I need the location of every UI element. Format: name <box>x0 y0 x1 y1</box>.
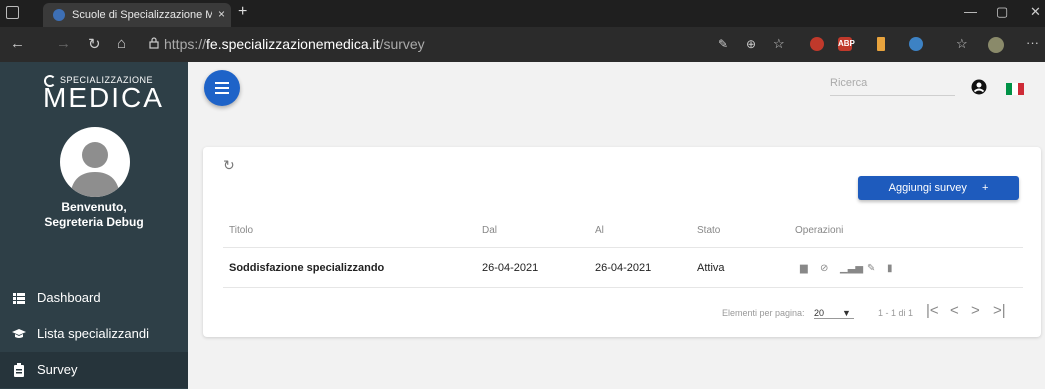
reload-icon[interactable]: ↻ <box>88 35 101 53</box>
maximize-icon[interactable]: ▢ <box>996 4 1008 20</box>
logo-big-text: MEDICA <box>43 82 164 113</box>
items-per-page-value: 20 <box>814 308 825 318</box>
new-tab-button[interactable]: + <box>238 3 247 21</box>
menu-icon-bar <box>215 92 229 94</box>
add-survey-label: Aggiungi survey <box>888 182 967 194</box>
graduation-cap-icon <box>12 329 26 338</box>
minimize-icon[interactable]: — <box>964 4 977 19</box>
clipboard-icon <box>14 363 24 377</box>
tab-title: Scuole di Specializzazione Medic <box>72 9 212 21</box>
more-menu-icon[interactable]: ··· <box>1026 35 1039 50</box>
search-input[interactable]: Ricerca <box>830 77 955 96</box>
cell-al: 26-04-2021 <box>595 262 652 274</box>
dashboard-icon <box>13 293 25 304</box>
cell-stato: Attiva <box>697 262 725 274</box>
sidebar-item-dashboard[interactable]: Dashboard <box>0 280 188 316</box>
welcome-label: Benvenuto, <box>61 200 127 214</box>
cell-titolo: Soddisfazione specializzando <box>229 262 385 274</box>
user-silhouette-icon <box>70 142 120 197</box>
browser-app-icon[interactable] <box>6 6 19 19</box>
survey-card: ↻ Aggiungi survey + Titolo Dal Al Stato … <box>203 147 1041 337</box>
chevron-down-icon: ▼ <box>842 308 851 318</box>
home-icon[interactable]: ⌂ <box>117 35 126 52</box>
extension-globe-icon[interactable] <box>909 37 923 51</box>
forward-icon[interactable]: → <box>56 35 71 52</box>
browser-navbar: ← → ↻ ⌂ https://fe.specializzazionemedic… <box>0 27 1045 62</box>
zoom-icon[interactable]: ⊕ <box>746 37 756 51</box>
header-divider <box>223 247 1023 248</box>
previous-page-icon[interactable]: < <box>950 302 959 319</box>
items-per-page-label: Elementi per pagina: <box>722 308 805 318</box>
column-header-al: Al <box>595 225 604 236</box>
account-icon[interactable] <box>971 79 987 95</box>
plus-icon: + <box>981 182 989 194</box>
browser-titlebar: Scuole di Specializzazione Medic × + — ▢… <box>0 0 1045 27</box>
address-bar[interactable]: https://fe.specializzazionemedica.it/sur… <box>164 36 425 52</box>
sidebar-item-label: Dashboard <box>37 290 101 305</box>
sidebar-item-lista-specializzandi[interactable]: Lista specializzandi <box>0 316 188 352</box>
comments-icon[interactable]: ▆ <box>800 263 808 274</box>
tab-favicon-icon <box>53 9 65 21</box>
last-page-icon[interactable]: >| <box>993 302 1006 319</box>
url-path: /survey <box>379 36 425 52</box>
menu-icon <box>215 82 229 84</box>
avatar <box>60 127 130 197</box>
menu-button[interactable] <box>204 70 240 106</box>
back-icon[interactable]: ← <box>10 35 25 52</box>
row-divider <box>223 287 1023 288</box>
url-host: fe.specializzazionemedica.it <box>206 36 380 52</box>
first-page-icon[interactable]: |< <box>926 302 939 319</box>
lock-icon[interactable] <box>149 37 159 49</box>
url-scheme: https:// <box>164 36 207 52</box>
menu-icon-bar <box>215 87 229 89</box>
extension-abp-icon[interactable]: ABP <box>838 37 855 51</box>
column-header-stato: Stato <box>697 225 721 236</box>
sidebar-item-label: Lista specializzandi <box>37 326 150 341</box>
next-page-icon[interactable]: > <box>971 302 980 319</box>
window-close-icon[interactable]: ✕ <box>1030 4 1041 20</box>
tab-close-icon[interactable]: × <box>218 7 225 21</box>
extension-shield-icon[interactable] <box>810 37 824 51</box>
column-header-titolo: Titolo <box>229 225 254 236</box>
italian-flag-icon[interactable] <box>1006 83 1024 95</box>
page-range-label: 1 - 1 di 1 <box>878 308 914 318</box>
add-survey-button[interactable]: Aggiungi survey + <box>858 176 1019 200</box>
read-aloud-icon[interactable]: ✎ <box>718 37 728 51</box>
browser-tab[interactable]: Scuole di Specializzazione Medic × <box>43 3 231 27</box>
favorites-icon[interactable]: ☆ <box>956 36 968 52</box>
column-header-dal: Dal <box>482 225 498 236</box>
favorite-add-icon[interactable]: ☆ <box>773 36 785 52</box>
edit-icon[interactable]: ✎ <box>867 263 875 274</box>
items-per-page-select[interactable]: 20 ▼ <box>814 308 854 319</box>
extension-bookmark-icon[interactable] <box>877 37 885 51</box>
sidebar: SPECIALIZZAZIONE MEDICA Benvenuto, Segre… <box>0 62 188 389</box>
bar-chart-icon[interactable]: ▁▃▅ <box>840 263 863 274</box>
sidebar-item-survey[interactable]: Survey <box>0 352 188 388</box>
delete-icon[interactable]: ▮ <box>887 263 893 274</box>
refresh-icon[interactable]: ↻ <box>223 157 235 174</box>
user-name: Segreteria Debug <box>44 215 144 229</box>
column-header-operazioni: Operazioni <box>795 225 844 236</box>
check-circle-icon[interactable]: ⊘ <box>820 263 828 274</box>
profile-avatar[interactable] <box>988 37 1004 53</box>
cell-dal: 26-04-2021 <box>482 262 539 274</box>
sidebar-item-label: Survey <box>37 362 78 377</box>
